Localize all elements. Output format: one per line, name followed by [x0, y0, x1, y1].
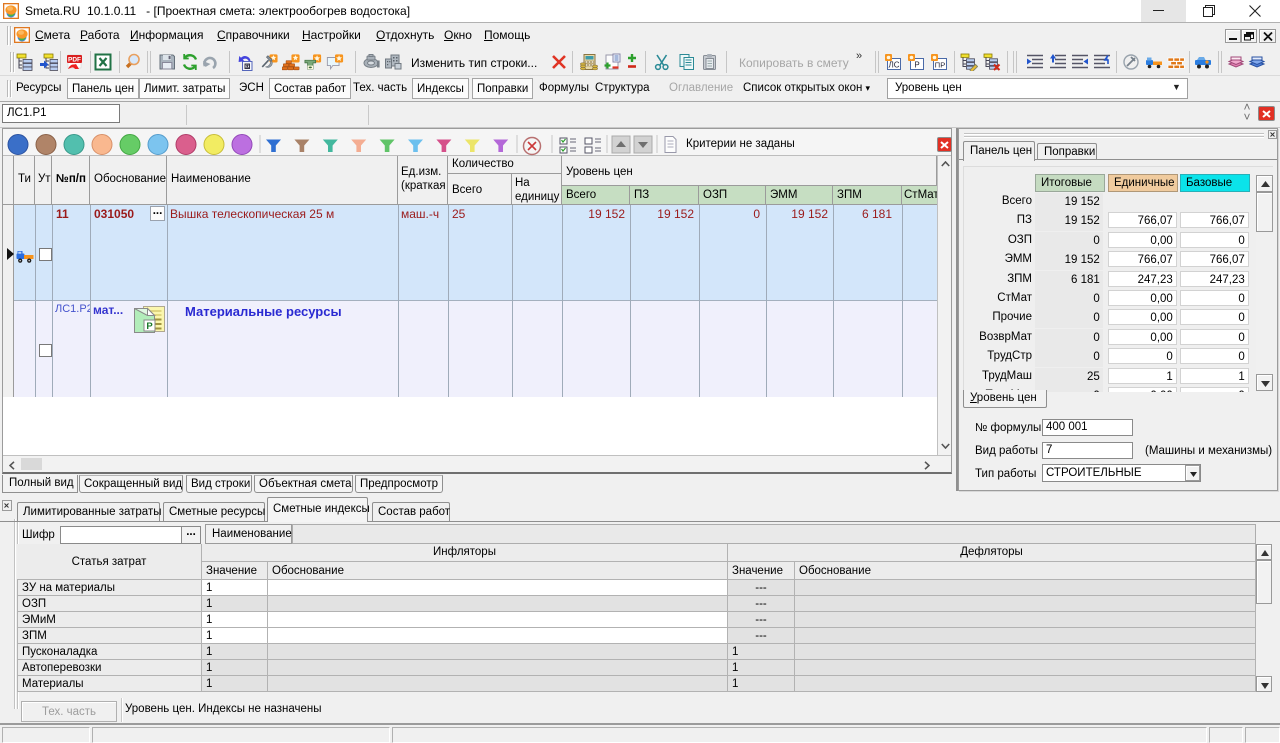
svg-text:Р: Р [146, 321, 153, 332]
svg-text:ПР: ПР [935, 61, 945, 70]
svg-text:ЛС: ЛС [888, 61, 899, 70]
svg-text:PDF: PDF [68, 57, 81, 64]
svg-text:Р: Р [914, 61, 919, 70]
